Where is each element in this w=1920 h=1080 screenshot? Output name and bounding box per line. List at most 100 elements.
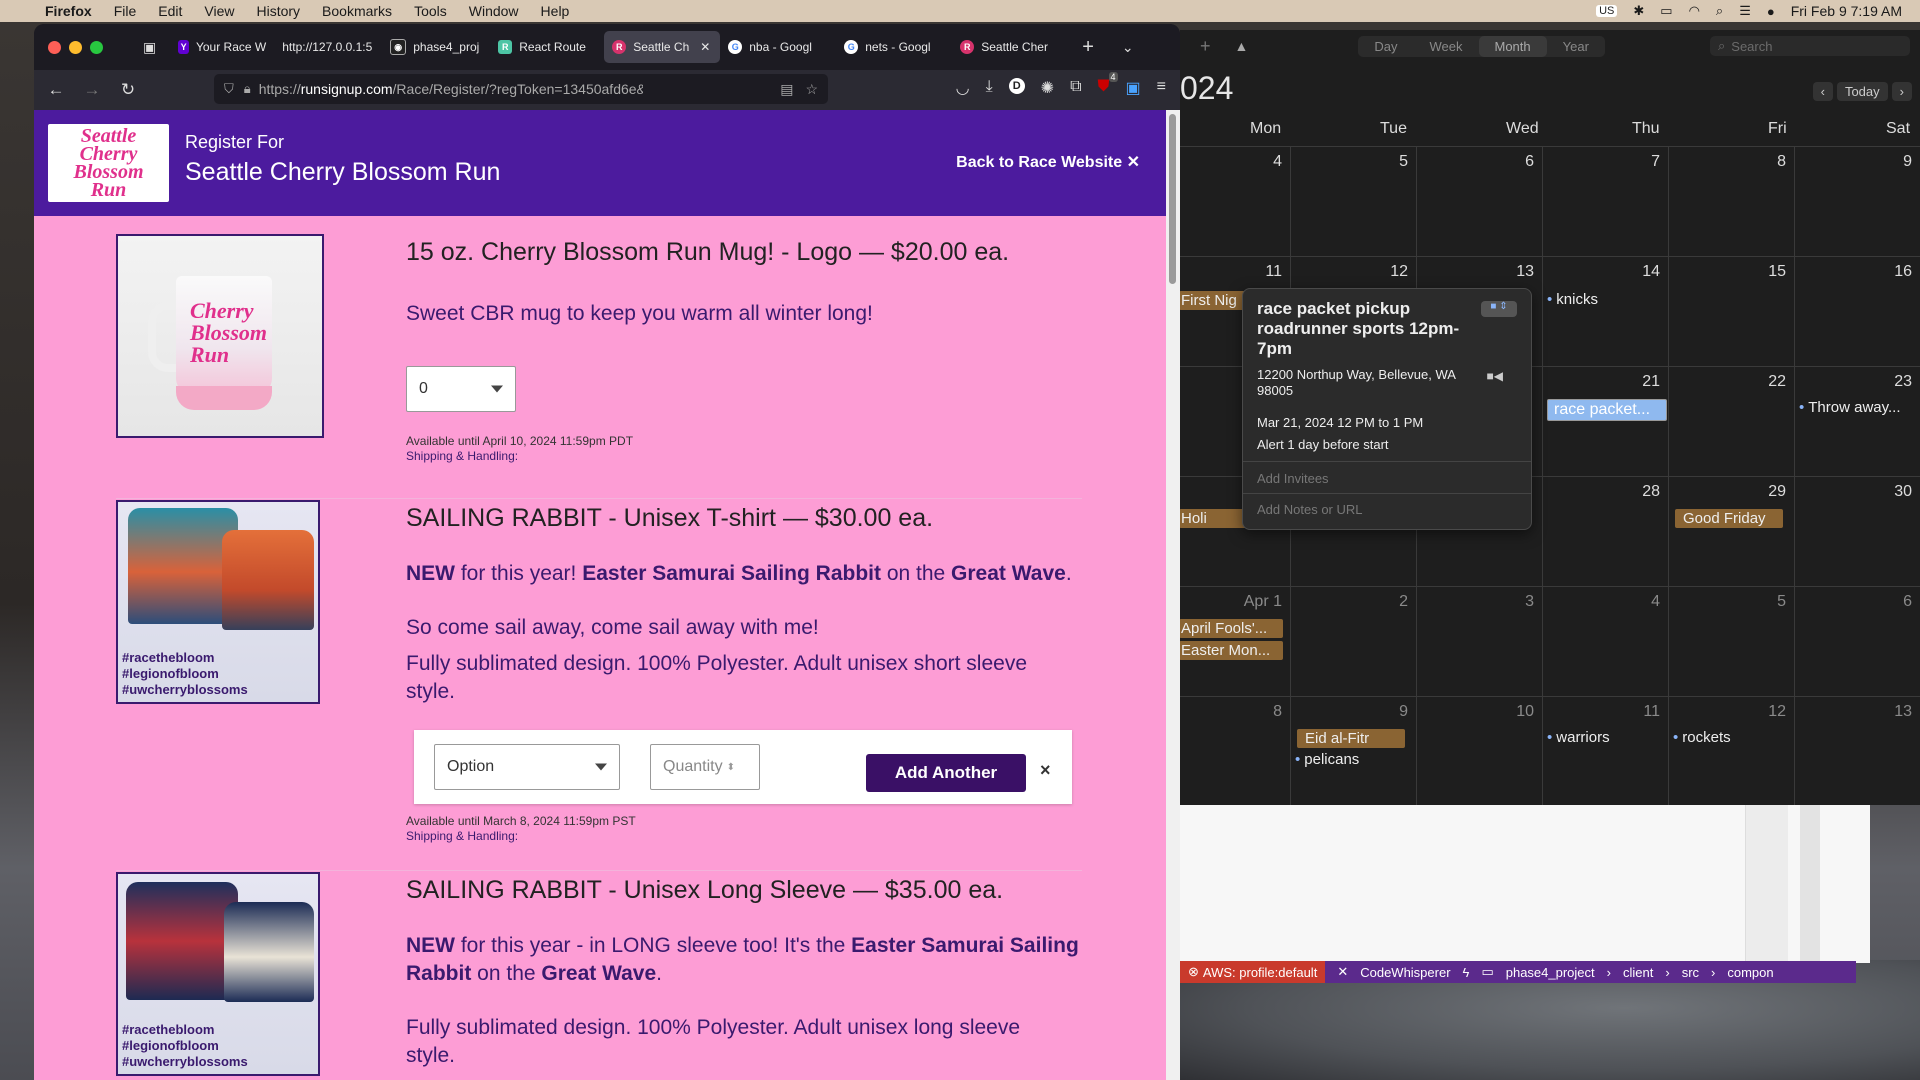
day-cell[interactable]: 2 — [1290, 586, 1416, 696]
tab-seattle-active[interactable]: R Seattle Ch ✕ — [604, 31, 721, 63]
input-source-icon[interactable]: US — [1596, 5, 1618, 17]
event-race-packet[interactable]: race packet... — [1547, 399, 1667, 421]
day-cell[interactable]: 16 — [1794, 256, 1920, 366]
menu-window[interactable]: Window — [458, 3, 530, 19]
control-center-icon[interactable]: ☰ — [1739, 3, 1751, 19]
calendar-search-input[interactable]: ⌕ Search — [1710, 36, 1910, 56]
tab-nets-google[interactable]: G nets - Googl — [836, 31, 952, 63]
menu-clock[interactable]: Fri Feb 9 7:19 AM — [1791, 3, 1902, 19]
breadcrumb-src[interactable]: src — [1682, 965, 1699, 980]
day-cell[interactable]: 6 — [1794, 586, 1920, 696]
next-month-button[interactable]: › — [1891, 82, 1912, 101]
event-date[interactable]: Mar 21, 2024 12 PM to 1 PM — [1257, 415, 1423, 430]
event-location[interactable]: 12200 Northup Way, Bellevue, WA 98005 — [1257, 367, 1487, 399]
race-logo[interactable]: Seattle Cherry Blossom Run — [48, 124, 169, 202]
reload-icon[interactable]: ↻ — [110, 80, 146, 100]
tab-seattle-2[interactable]: R Seattle Cher — [952, 31, 1068, 63]
day-cell[interactable]: Apr 1 April Fools'... Easter Mon... — [1178, 586, 1290, 696]
day-cell[interactable]: 10 — [1416, 696, 1542, 806]
quantity-input[interactable]: Quantity ⬍ — [650, 744, 760, 790]
reader-view-icon[interactable]: ▤ — [780, 81, 793, 98]
remove-option-button[interactable]: × — [1040, 760, 1051, 781]
view-year[interactable]: Year — [1547, 36, 1605, 57]
day-cell[interactable]: 5 — [1668, 586, 1794, 696]
bitwarden-icon[interactable]: ▣ — [1126, 78, 1141, 98]
calendar-color-picker[interactable]: ■ ⇕ — [1481, 301, 1517, 317]
event-rockets[interactable]: rockets — [1673, 729, 1730, 746]
shield-icon[interactable]: ⛉ — [224, 81, 234, 97]
view-day[interactable]: Day — [1358, 36, 1413, 57]
menu-tools[interactable]: Tools — [403, 3, 458, 19]
today-button[interactable]: Today — [1836, 82, 1888, 101]
pocket-icon[interactable]: ◡ — [956, 78, 970, 98]
tab-localhost[interactable]: http://127.0.0.1:5 — [274, 31, 382, 63]
ublock-icon[interactable]: ⛊ 4 — [1098, 72, 1118, 98]
event-warriors[interactable]: warriors — [1547, 729, 1609, 746]
event-pelicans[interactable]: pelicans — [1295, 751, 1359, 768]
day-cell[interactable]: 30 — [1794, 476, 1920, 586]
day-cell[interactable]: 21 race packet... — [1542, 366, 1668, 476]
prev-month-button[interactable]: ‹ — [1812, 82, 1833, 101]
minimize-window-button[interactable] — [69, 40, 82, 54]
codewhisperer-status[interactable]: CodeWhisperer — [1360, 965, 1450, 980]
breadcrumb-components[interactable]: compon — [1727, 965, 1773, 980]
add-invitees-field[interactable]: Add Invitees — [1257, 471, 1329, 486]
menu-file[interactable]: File — [103, 3, 148, 19]
menu-edit[interactable]: Edit — [147, 3, 193, 19]
close-tab-icon[interactable]: ✕ — [700, 40, 710, 54]
aws-profile-status[interactable]: ⊗ AWS: profile:default — [1180, 961, 1326, 983]
day-cell[interactable]: 8 — [1178, 696, 1290, 806]
back-to-race-website-link[interactable]: Back to Race Website ✕ — [956, 152, 1140, 172]
day-cell[interactable]: 4 — [1542, 586, 1668, 696]
day-cell[interactable]: 14 knicks — [1542, 256, 1668, 366]
event-good-friday[interactable]: Good Friday — [1675, 509, 1783, 528]
day-cell[interactable]: 15 — [1668, 256, 1794, 366]
siri-icon[interactable]: ● — [1767, 4, 1775, 19]
add-event-icon[interactable]: + — [1200, 36, 1211, 57]
mug-quantity-select[interactable]: 0 — [406, 366, 516, 412]
event-alert[interactable]: Alert 1 day before start — [1257, 437, 1389, 452]
menu-bookmarks[interactable]: Bookmarks — [311, 3, 403, 19]
new-tab-icon[interactable]: + — [1082, 36, 1094, 59]
wifi-icon[interactable]: ◠ — [1689, 3, 1700, 19]
account-icon[interactable]: D — [1008, 78, 1025, 94]
tab-github-phase4[interactable]: ◉ phase4_proj — [382, 31, 490, 63]
tab-overview-icon[interactable]: ▣ — [143, 39, 156, 56]
day-cell[interactable]: 8 — [1668, 146, 1794, 256]
editor-scrollbar[interactable] — [1800, 805, 1820, 963]
spotlight-search-icon[interactable]: ⌕ — [1716, 3, 1723, 19]
scrollbar-thumb[interactable] — [1169, 114, 1176, 284]
tab-react-router[interactable]: R React Route — [490, 31, 604, 63]
day-cell[interactable]: 3 — [1416, 586, 1542, 696]
tab-your-race[interactable]: Y Your Race W — [170, 31, 274, 63]
forward-arrow-icon[interactable]: → — [74, 80, 110, 100]
menu-history[interactable]: History — [245, 3, 311, 19]
day-cell[interactable]: 12 rockets — [1668, 696, 1794, 806]
event-throw-away[interactable]: Throw away... — [1799, 399, 1919, 416]
option-select[interactable]: Option — [434, 744, 620, 790]
day-cell[interactable]: 13 — [1794, 696, 1920, 806]
back-arrow-icon[interactable]: ← — [38, 80, 74, 100]
day-cell[interactable]: 28 — [1542, 476, 1668, 586]
day-cell[interactable]: 6 — [1416, 146, 1542, 256]
download-icon[interactable]: ⤓ — [986, 78, 993, 98]
zoom-window-button[interactable] — [90, 40, 103, 54]
day-cell[interactable]: 9 — [1794, 146, 1920, 256]
warning-icon[interactable]: ▲ — [1235, 38, 1249, 54]
day-cell[interactable]: 23 Throw away... — [1794, 366, 1920, 476]
add-another-button[interactable]: Add Another — [866, 754, 1026, 792]
event-april-fools[interactable]: April Fools'... — [1179, 619, 1283, 638]
view-week[interactable]: Week — [1414, 36, 1479, 57]
battery-icon[interactable]: ▭ — [1660, 3, 1672, 19]
mug-image[interactable]: Cherry Blossom Run — [116, 234, 324, 438]
lock-icon[interactable]: 🔒︎ — [244, 81, 251, 97]
extensions-puzzle-icon[interactable]: ⧉ — [1070, 78, 1081, 98]
bookmark-star-icon[interactable]: ☆ — [805, 81, 818, 98]
event-title[interactable]: race packet pickup roadrunner sports 12p… — [1257, 299, 1477, 359]
add-notes-field[interactable]: Add Notes or URL — [1257, 502, 1363, 517]
day-cell[interactable]: 4 — [1178, 146, 1290, 256]
event-knicks[interactable]: knicks — [1547, 291, 1598, 308]
day-cell[interactable]: 29 Good Friday — [1668, 476, 1794, 586]
tshirt-image[interactable]: #racethebloom #legionofbloom #uwcherrybl… — [116, 500, 320, 704]
bluetooth-icon[interactable]: ✱ — [1633, 3, 1644, 19]
